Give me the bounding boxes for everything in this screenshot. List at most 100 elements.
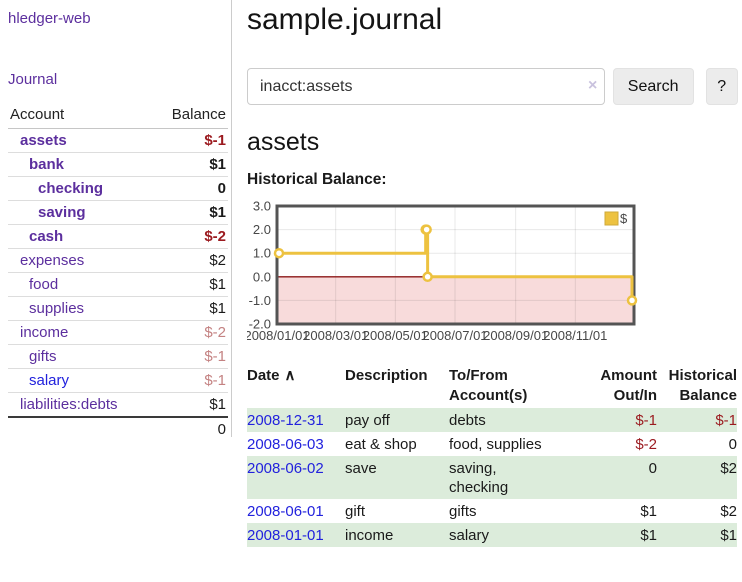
account-balance: $1	[152, 393, 228, 418]
transaction-date-link[interactable]: 2008-06-02	[247, 460, 324, 477]
register-tbody: 2008-12-31pay offdebts$-1$-12008-06-03ea…	[247, 408, 737, 547]
account-link[interactable]: checking	[38, 180, 103, 197]
accounts-total-spacer	[8, 417, 152, 441]
svg-text:2008/01/01: 2008/01/01	[247, 328, 310, 343]
search-input[interactable]	[247, 68, 605, 105]
legend-swatch	[605, 212, 618, 225]
register-header-amount: Amount Out/In	[573, 364, 657, 408]
accounts-header-account: Account	[8, 104, 152, 129]
page-title: sample.journal	[247, 3, 738, 37]
account-row: bank $1	[8, 153, 228, 177]
register-table: Date∧ Description To/From Account(s) Amo…	[247, 364, 737, 547]
account-link[interactable]: income	[20, 324, 68, 341]
account-link[interactable]: food	[29, 276, 58, 293]
account-balance: $-1	[152, 345, 228, 369]
account-balance: $1	[152, 297, 228, 321]
transaction-amount: 0	[573, 456, 657, 499]
transaction-description: save	[345, 456, 449, 499]
account-row: expenses $2	[8, 249, 228, 273]
register-row[interactable]: 2008-06-02 savesaving, checking0$2	[247, 456, 737, 499]
account-balance: $1	[152, 201, 228, 225]
svg-text:1.0: 1.0	[253, 246, 271, 261]
transaction-accounts: salary	[449, 523, 573, 547]
account-balance: $-1	[152, 129, 228, 153]
nav-journal-link[interactable]: Journal	[8, 71, 231, 88]
historical-balance-chart: $3.02.01.00.0-1.0-2.02008/01/012008/03/0…	[247, 199, 738, 353]
brand-link[interactable]: hledger-web	[8, 10, 231, 27]
account-row: gifts $-1	[8, 345, 228, 369]
account-name-cell: saving	[8, 201, 152, 225]
register-header-date[interactable]: Date∧	[247, 364, 345, 408]
transaction-description: pay off	[345, 408, 449, 432]
transaction-date-link[interactable]: 2008-06-01	[247, 503, 324, 520]
legend-label: $	[620, 211, 628, 226]
accounts-total-value: 0	[152, 417, 228, 441]
transaction-balance: $2	[657, 456, 737, 499]
transaction-balance: 0	[657, 432, 737, 456]
transaction-amount: $-1	[573, 408, 657, 432]
svg-text:2008/09/01: 2008/09/01	[483, 328, 548, 343]
accounts-header-balance: Balance	[152, 104, 228, 129]
account-balance: $2	[152, 249, 228, 273]
account-name-cell: checking	[8, 177, 152, 201]
sort-ascending-icon: ∧	[285, 367, 296, 384]
account-name-cell: salary	[8, 369, 152, 393]
register-row[interactable]: 2008-12-31pay offdebts$-1$-1	[247, 408, 737, 432]
register-header-accounts: To/From Account(s)	[449, 364, 573, 408]
accounts-tbody: assets$-1bank$1checking0saving$1cash$-2e…	[8, 129, 228, 418]
chart-svg: $3.02.01.00.0-1.0-2.02008/01/012008/03/0…	[247, 199, 667, 349]
account-balance: $-2	[152, 225, 228, 249]
transaction-amount: $1	[573, 523, 657, 547]
transaction-accounts: saving, checking	[449, 456, 573, 499]
main-content: sample.journal × Search ? assets Histori…	[247, 0, 738, 547]
account-row: supplies $1	[8, 297, 228, 321]
accounts-total-row: 0	[8, 417, 228, 441]
transaction-date-link[interactable]: 2008-06-03	[247, 436, 324, 453]
svg-text:-1.0: -1.0	[249, 293, 271, 308]
account-row: liabilities:debts $1	[8, 393, 228, 418]
transaction-description: eat & shop	[345, 432, 449, 456]
account-balance: $1	[152, 153, 228, 177]
register-row[interactable]: 2008-06-01giftgifts$1$2	[247, 499, 737, 523]
svg-text:2008/03/01: 2008/03/01	[303, 328, 368, 343]
transaction-description: income	[345, 523, 449, 547]
account-link[interactable]: cash	[29, 228, 63, 245]
account-name-cell: expenses	[8, 249, 152, 273]
account-link[interactable]: liabilities:debts	[20, 396, 118, 413]
account-link[interactable]: gifts	[29, 348, 57, 365]
account-row: checking0	[8, 177, 228, 201]
transaction-balance: $-1	[657, 408, 737, 432]
transaction-date-cell: 2008-06-03	[247, 432, 345, 456]
account-row: food$1	[8, 273, 228, 297]
account-link[interactable]: supplies	[29, 300, 84, 317]
transaction-date-link[interactable]: 2008-12-31	[247, 412, 324, 429]
transaction-balance: $1	[657, 523, 737, 547]
account-link[interactable]: expenses	[20, 252, 84, 269]
account-name-cell: food	[8, 273, 152, 297]
account-link[interactable]: salary	[29, 372, 69, 389]
account-name-cell: gifts	[8, 345, 152, 369]
account-row: income $-2	[8, 321, 228, 345]
account-link[interactable]: assets	[20, 132, 67, 149]
account-link[interactable]: bank	[29, 156, 64, 173]
account-name-cell: liabilities:debts	[8, 393, 152, 418]
accounts-header-row: Account Balance	[8, 104, 228, 129]
accounts-table: Account Balance assets$-1bank$1checking0…	[8, 104, 228, 441]
transaction-description: gift	[345, 499, 449, 523]
clear-search-icon[interactable]: ×	[588, 77, 597, 95]
svg-text:2008/05/01: 2008/05/01	[363, 328, 428, 343]
help-button[interactable]: ?	[706, 68, 739, 105]
register-row[interactable]: 2008-06-03eat & shopfood, supplies$-20	[247, 432, 737, 456]
sidebar-divider	[231, 0, 232, 437]
account-balance: $-2	[152, 321, 228, 345]
account-link[interactable]: saving	[38, 204, 86, 221]
register-row[interactable]: 2008-01-01incomesalary$1$1	[247, 523, 737, 547]
transaction-accounts: gifts	[449, 499, 573, 523]
chart-heading: Historical Balance:	[247, 171, 738, 189]
account-name-cell: bank	[8, 153, 152, 177]
search-button[interactable]: Search	[613, 68, 694, 105]
account-name-cell: income	[8, 321, 152, 345]
transaction-date-cell: 2008-12-31	[247, 408, 345, 432]
transaction-date-link[interactable]: 2008-01-01	[247, 527, 324, 544]
transaction-date-cell: 2008-01-01	[247, 523, 345, 547]
